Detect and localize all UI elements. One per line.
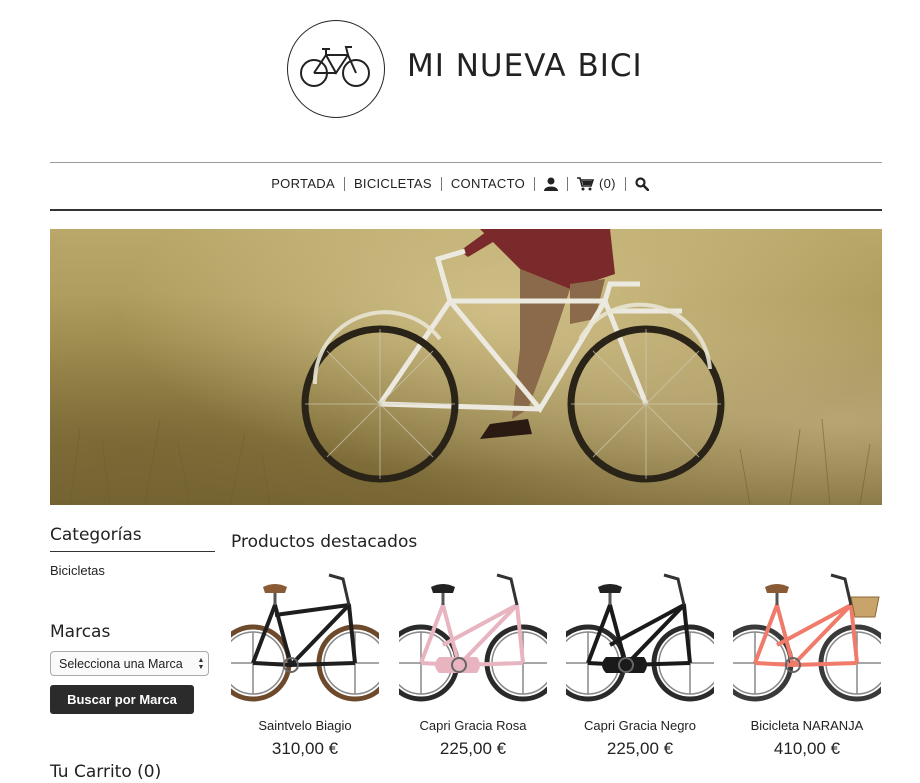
product-card[interactable]: Capri Gracia Negro 225,00 € [549, 565, 729, 759]
account-link[interactable] [535, 177, 567, 191]
user-icon [544, 177, 558, 191]
product-price: 410,00 € [773, 739, 841, 758]
brand-name: MI NUEVA BICI [407, 48, 643, 84]
product-image[interactable] [214, 565, 394, 705]
search-link[interactable] [626, 176, 658, 191]
product-image[interactable] [549, 565, 729, 705]
nav-item-contacto[interactable]: CONTACTO [442, 176, 534, 191]
product-card[interactable]: Bicicleta NARANJA 410,00 € [716, 565, 896, 759]
categories-divider [50, 551, 215, 552]
search-icon [635, 176, 649, 191]
product-card[interactable]: Saintvelo Biagio 310,00 € [214, 565, 394, 759]
cart-heading: Tu Carrito (0) [50, 762, 162, 782]
hero-cyclist-illustration [69, 229, 871, 505]
featured-heading: Productos destacados [231, 532, 418, 552]
product-name[interactable]: Capri Gracia Negro [566, 718, 714, 733]
brands-heading: Marcas [50, 622, 111, 642]
nav-top-divider [50, 162, 882, 163]
product-name[interactable]: Capri Gracia Rosa [399, 718, 547, 733]
hero-banner [50, 229, 882, 505]
cart-link[interactable]: (0) [568, 176, 625, 191]
logo[interactable] [287, 20, 385, 118]
main-nav: PORTADA BICICLETAS CONTACTO (0) [0, 176, 920, 191]
brand-select-value: Selecciona una Marca [59, 656, 183, 671]
select-arrows-icon: ▲ ▼ [197, 656, 205, 671]
nav-item-bicicletas[interactable]: BICICLETAS [345, 176, 441, 191]
bicycle-icon [716, 573, 896, 702]
cart-icon [577, 176, 594, 190]
brand-select[interactable]: Selecciona una Marca ▲ ▼ [50, 651, 209, 676]
bicycle-icon [382, 573, 562, 702]
product-price: 225,00 € [439, 739, 507, 758]
cart-count: (0) [599, 176, 616, 191]
nav-bottom-divider [50, 209, 882, 211]
product-name[interactable]: Bicicleta NARANJA [733, 718, 881, 733]
product-card[interactable]: Capri Gracia Rosa 225,00 € [382, 565, 562, 759]
categories-heading: Categorías [50, 525, 142, 545]
product-name[interactable]: Saintvelo Biagio [231, 718, 379, 733]
bicycle-icon [549, 573, 729, 702]
bicycle-icon [214, 573, 394, 702]
product-price: 310,00 € [271, 739, 339, 758]
product-price: 225,00 € [606, 739, 674, 758]
search-by-brand-button[interactable]: Buscar por Marca [50, 685, 194, 714]
bicycle-icon [300, 46, 370, 87]
product-image[interactable] [382, 565, 562, 705]
product-image[interactable] [716, 565, 896, 705]
category-item-bicicletas[interactable]: Bicicletas [50, 563, 105, 578]
nav-item-portada[interactable]: PORTADA [262, 176, 344, 191]
